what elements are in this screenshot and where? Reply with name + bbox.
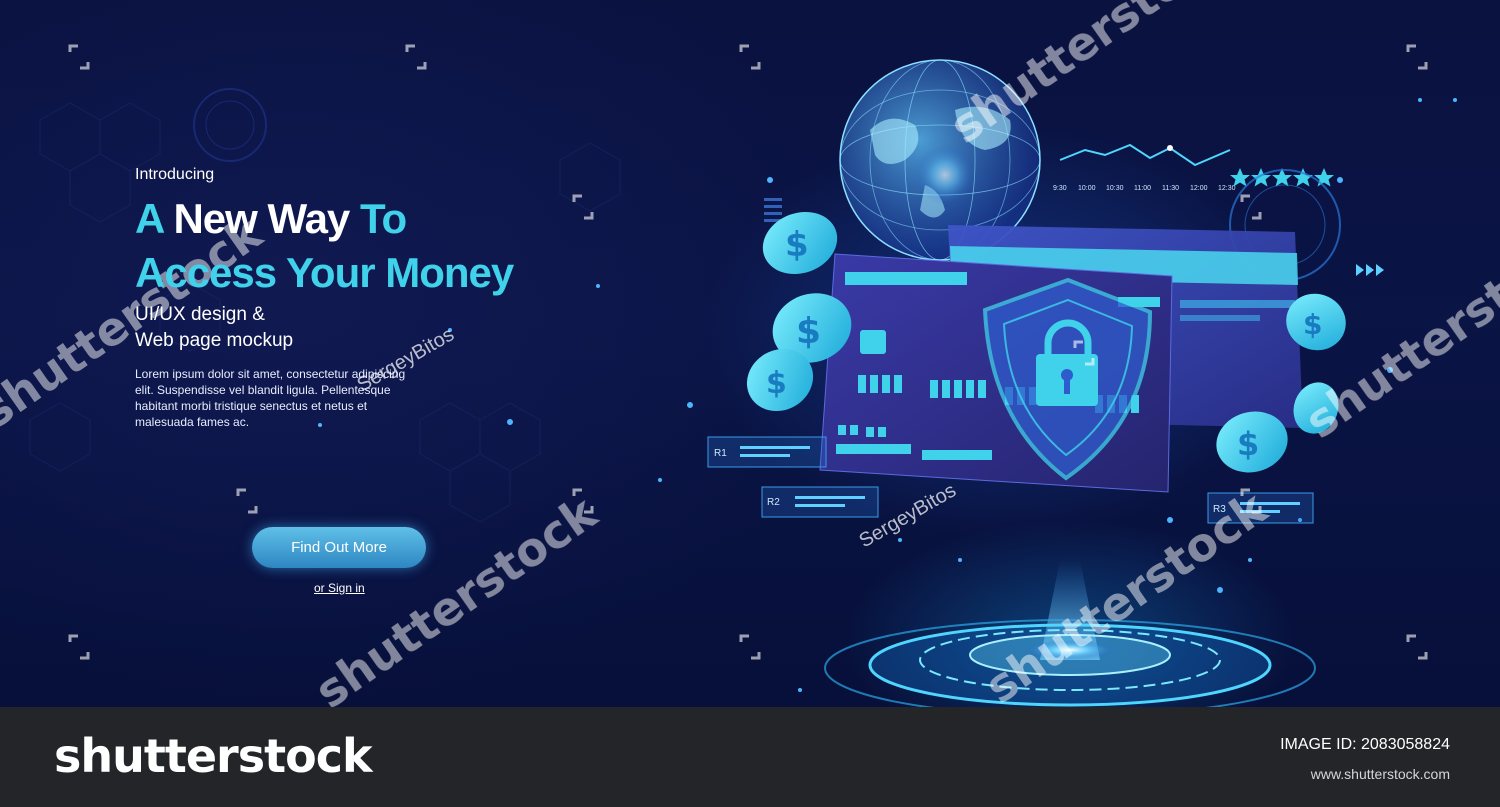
svg-text:12:00: 12:00 bbox=[1190, 185, 1208, 192]
svg-text:10:00: 10:00 bbox=[1078, 185, 1096, 192]
hud-label-r1: R1 bbox=[707, 436, 827, 468]
footer-logo[interactable]: shutterstock bbox=[54, 729, 373, 783]
headline-part-new-way: New Way bbox=[173, 195, 350, 242]
footer-url[interactable]: www.shutterstock.com bbox=[1311, 766, 1450, 782]
stock-preview-page: 9:30 10:00 10:30 11:00 11:30 12:00 12:30 bbox=[0, 0, 1500, 807]
image-id-label: IMAGE ID: 2083058824 bbox=[1280, 736, 1450, 753]
headline-line-1: A New Way To bbox=[135, 195, 407, 242]
headline-part-to: To bbox=[359, 195, 407, 242]
watermark-text: shutterstock bbox=[305, 485, 607, 707]
svg-text:$: $ bbox=[1237, 425, 1259, 463]
svg-text:$: $ bbox=[1303, 308, 1322, 341]
svg-text:$: $ bbox=[796, 311, 821, 352]
headline-part-a: A bbox=[135, 195, 164, 242]
subtitle-line-1: UI/UX design & bbox=[135, 304, 265, 325]
background-decoration: 9:30 10:00 10:30 11:00 11:30 12:00 12:30 bbox=[0, 0, 1500, 707]
sign-in-link[interactable]: or Sign in bbox=[314, 581, 365, 595]
subtitle-line-2: Web page mockup bbox=[135, 330, 294, 351]
line-chart-icon: 9:30 10:00 10:30 11:00 11:30 12:00 12:30 bbox=[1053, 143, 1236, 192]
intro-label: Introducing bbox=[135, 166, 215, 183]
hero-banner: 9:30 10:00 10:30 11:00 11:30 12:00 12:30 bbox=[0, 0, 1500, 707]
svg-text:9:30: 9:30 bbox=[1053, 185, 1067, 192]
star-icon bbox=[1251, 168, 1271, 187]
svg-text:11:30: 11:30 bbox=[1162, 185, 1179, 192]
svg-text:10:30: 10:30 bbox=[1106, 185, 1124, 192]
star-icon bbox=[1314, 168, 1334, 187]
find-out-more-button[interactable]: Find Out More bbox=[252, 527, 426, 568]
star-icon bbox=[1230, 168, 1250, 187]
svg-text:$: $ bbox=[766, 366, 787, 401]
watermark-text: shutterstock bbox=[940, 0, 1242, 154]
chart-time-labels: 9:30 10:00 10:30 11:00 11:30 12:00 12:30 bbox=[1053, 185, 1236, 192]
headline-line-2: Access Your Money bbox=[135, 249, 514, 296]
svg-text:12:30: 12:30 bbox=[1218, 185, 1236, 192]
svg-text:R2: R2 bbox=[767, 497, 780, 508]
body-text: Lorem ipsum dolor sit amet, consectetur … bbox=[135, 367, 406, 429]
svg-text:R1: R1 bbox=[714, 448, 727, 459]
svg-text:11:00: 11:00 bbox=[1134, 185, 1151, 192]
hud-label-r2: R2 bbox=[761, 486, 879, 518]
svg-text:$: $ bbox=[785, 225, 809, 265]
